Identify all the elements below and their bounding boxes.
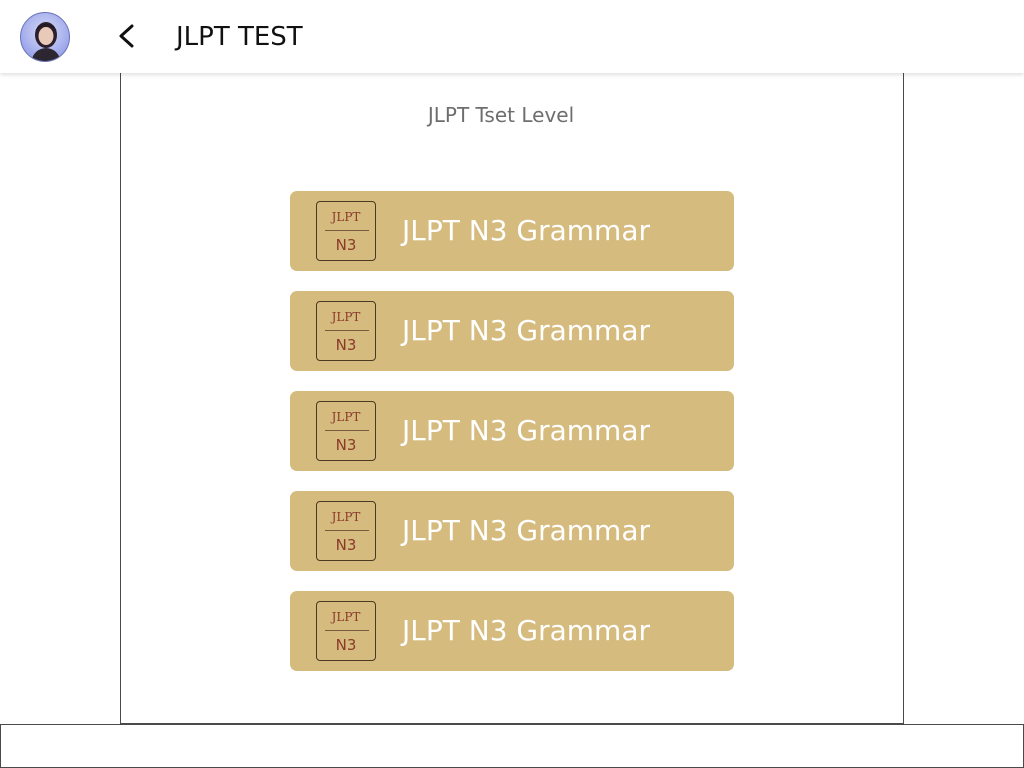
badge-top-text: JLPT <box>331 410 361 424</box>
badge-divider <box>325 530 369 531</box>
level-item-5[interactable]: JLPT N3 JLPT N3 Grammar <box>290 591 734 671</box>
badge-level-text: N3 <box>335 436 357 454</box>
level-item-label: JLPT N3 Grammar <box>402 314 650 347</box>
level-item-label: JLPT N3 Grammar <box>402 414 650 447</box>
badge-top-text: JLPT <box>331 610 361 624</box>
avatar-person-icon <box>31 22 61 61</box>
badge-top-text: JLPT <box>331 510 361 524</box>
badge-top-text: JLPT <box>331 210 361 224</box>
level-item-label: JLPT N3 Grammar <box>402 214 650 247</box>
jlpt-badge-icon: JLPT N3 <box>316 201 376 261</box>
badge-level-text: N3 <box>335 636 357 654</box>
level-item-label: JLPT N3 Grammar <box>402 614 650 647</box>
badge-top-text: JLPT <box>331 310 361 324</box>
badge-divider <box>325 330 369 331</box>
user-avatar[interactable] <box>20 12 70 62</box>
bottom-bar <box>0 724 1024 768</box>
top-app-bar: JLPT TEST <box>0 0 1024 73</box>
jlpt-badge-icon: JLPT N3 <box>316 401 376 461</box>
badge-level-text: N3 <box>335 536 357 554</box>
page-title: JLPT TEST <box>176 22 303 52</box>
badge-divider <box>325 230 369 231</box>
level-item-label: JLPT N3 Grammar <box>402 514 650 547</box>
badge-level-text: N3 <box>335 236 357 254</box>
level-item-2[interactable]: JLPT N3 JLPT N3 Grammar <box>290 291 734 371</box>
back-button[interactable] <box>112 20 142 52</box>
section-title: JLPT Tset Level <box>427 103 575 127</box>
badge-level-text: N3 <box>335 336 357 354</box>
level-item-1[interactable]: JLPT N3 JLPT N3 Grammar <box>290 191 734 271</box>
level-panel: JLPT Tset Level JLPT N3 JLPT N3 Grammar … <box>120 73 904 724</box>
badge-divider <box>325 430 369 431</box>
badge-divider <box>325 630 369 631</box>
jlpt-badge-icon: JLPT N3 <box>316 501 376 561</box>
jlpt-badge-icon: JLPT N3 <box>316 301 376 361</box>
chevron-left-icon <box>119 24 134 48</box>
jlpt-badge-icon: JLPT N3 <box>316 601 376 661</box>
level-item-3[interactable]: JLPT N3 JLPT N3 Grammar <box>290 391 734 471</box>
level-item-4[interactable]: JLPT N3 JLPT N3 Grammar <box>290 491 734 571</box>
